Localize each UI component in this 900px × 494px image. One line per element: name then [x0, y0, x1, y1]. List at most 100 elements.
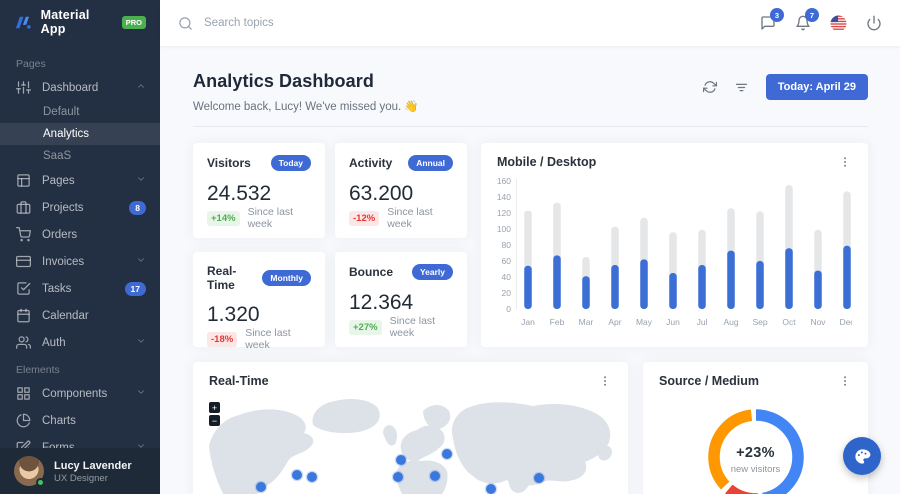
stat-period-pill[interactable]: Annual — [408, 155, 453, 171]
sidebar-item-projects[interactable]: Projects8 — [0, 194, 160, 221]
top-row: VisitorsToday24.532+14%Since last weekAc… — [193, 143, 868, 347]
stat-period-pill[interactable]: Monthly — [262, 270, 311, 286]
stat-card-visitors: VisitorsToday24.532+14%Since last week — [193, 143, 325, 238]
map-marker[interactable] — [393, 472, 403, 482]
card-menu-kebab-icon[interactable] — [598, 374, 612, 388]
brand[interactable]: Material App PRO — [0, 0, 160, 44]
refresh-icon[interactable] — [703, 80, 717, 94]
realtime-map-card: Real-Time — [193, 362, 628, 494]
map-marker[interactable] — [534, 473, 544, 483]
nav-section-label: Elements — [0, 356, 160, 380]
check-square-icon — [16, 281, 31, 296]
page-content: Analytics Dashboard Welcome back, Lucy! … — [160, 46, 900, 494]
header-actions: Today: April 29 — [703, 74, 868, 100]
svg-text:Dec: Dec — [839, 317, 852, 327]
edit-icon — [16, 440, 31, 448]
kebab-icon — [838, 155, 852, 169]
map-marker[interactable] — [292, 470, 302, 480]
messages-button[interactable]: 3 — [760, 15, 776, 31]
sidebar-item-dashboard[interactable]: Dashboard — [0, 74, 160, 101]
map-marker[interactable] — [442, 449, 452, 459]
power-button[interactable] — [866, 15, 882, 31]
sidebar-item-tasks[interactable]: Tasks17 — [0, 275, 160, 302]
map-zoom-out-button[interactable]: − — [209, 415, 220, 426]
card-menu-kebab-icon[interactable] — [838, 374, 852, 388]
sidebar-subitem-default[interactable]: Default — [0, 101, 160, 123]
refresh-icon — [703, 80, 717, 94]
sidebar-item-components[interactable]: Components — [0, 380, 160, 407]
pie-chart-icon — [16, 413, 31, 428]
logo-icon — [14, 15, 34, 30]
card-title: Source / Medium — [659, 374, 759, 388]
svg-text:Nov: Nov — [810, 317, 826, 327]
filter-icon[interactable] — [734, 80, 749, 95]
chevron-up-icon — [136, 81, 146, 91]
stat-title: Visitors — [207, 156, 251, 170]
chevron-down-icon — [136, 255, 146, 265]
svg-text:40: 40 — [502, 272, 512, 282]
map-marker[interactable] — [430, 471, 440, 481]
power-icon — [866, 15, 882, 31]
svg-text:100: 100 — [497, 224, 511, 234]
calendar-icon — [16, 308, 31, 323]
notifications-button[interactable]: 7 — [795, 15, 811, 31]
sidebar-user[interactable]: Lucy Lavender UX Designer — [0, 448, 160, 494]
main-area: 3 7 — [160, 0, 900, 494]
svg-text:60: 60 — [502, 256, 512, 266]
search-icon[interactable] — [178, 16, 193, 31]
header-divider — [193, 126, 868, 127]
stat-delta-chip: +27% — [349, 320, 382, 335]
sidebar-item-auth[interactable]: Auth — [0, 329, 160, 356]
user-name: Lucy Lavender — [54, 459, 132, 473]
kebab-icon — [598, 374, 612, 388]
page-title: Analytics Dashboard — [193, 71, 419, 92]
theme-settings-fab[interactable] — [843, 437, 881, 475]
stat-title: Real-Time — [207, 264, 262, 292]
sidebar-item-forms[interactable]: Forms — [0, 434, 160, 448]
stat-title: Bounce — [349, 265, 393, 279]
sidebar-subitem-analytics[interactable]: Analytics — [0, 123, 160, 145]
sidebar: Material App PRO PagesDashboardDefaultAn… — [0, 0, 160, 494]
map-marker[interactable] — [307, 472, 317, 482]
sidebar-item-calendar[interactable]: Calendar — [0, 302, 160, 329]
shopping-cart-icon — [16, 227, 31, 242]
svg-text:Jul: Jul — [697, 317, 708, 327]
date-range-button[interactable]: Today: April 29 — [766, 74, 868, 100]
search-input[interactable] — [204, 17, 444, 29]
stat-period-pill[interactable]: Yearly — [412, 264, 453, 280]
language-flag-button[interactable] — [830, 15, 847, 32]
app-root: Material App PRO PagesDashboardDefaultAn… — [0, 0, 900, 494]
stat-period-pill[interactable]: Today — [271, 155, 311, 171]
donut-center-value: +23% — [736, 445, 775, 461]
world-map-svg — [209, 394, 612, 494]
map-zoom-in-button[interactable]: + — [209, 402, 220, 413]
map-marker[interactable] — [486, 484, 496, 494]
stat-value: 12.364 — [349, 291, 453, 315]
map-marker[interactable] — [396, 455, 406, 465]
svg-text:80: 80 — [502, 240, 512, 250]
svg-text:Apr: Apr — [608, 317, 621, 327]
user-role: UX Designer — [54, 473, 132, 484]
sidebar-item-orders[interactable]: Orders — [0, 221, 160, 248]
chevron-down-icon — [136, 174, 146, 184]
search-icon — [178, 16, 193, 31]
stat-caption: Since last week — [248, 206, 311, 230]
stat-caption: Since last week — [245, 327, 311, 351]
sidebar-item-invoices[interactable]: Invoices — [0, 248, 160, 275]
sidebar-item-pages[interactable]: Pages — [0, 167, 160, 194]
stat-title: Activity — [349, 156, 392, 170]
item-count-badge: 8 — [129, 201, 146, 215]
svg-text:May: May — [636, 317, 653, 327]
stat-delta-chip: +14% — [207, 211, 240, 226]
nav-section-label: Pages — [0, 50, 160, 74]
map-marker[interactable] — [256, 482, 266, 492]
svg-text:140: 140 — [497, 192, 511, 202]
svg-text:Feb: Feb — [550, 317, 565, 327]
sidebar-subitem-saas[interactable]: SaaS — [0, 145, 160, 167]
card-menu-kebab-icon[interactable] — [838, 155, 852, 169]
svg-text:0: 0 — [506, 304, 511, 314]
palette-icon — [853, 447, 872, 466]
card-title: Mobile / Desktop — [497, 155, 596, 169]
bar-chart: 020406080100120140160JanFebMarAprMayJunJ… — [497, 169, 852, 331]
sidebar-item-charts[interactable]: Charts — [0, 407, 160, 434]
